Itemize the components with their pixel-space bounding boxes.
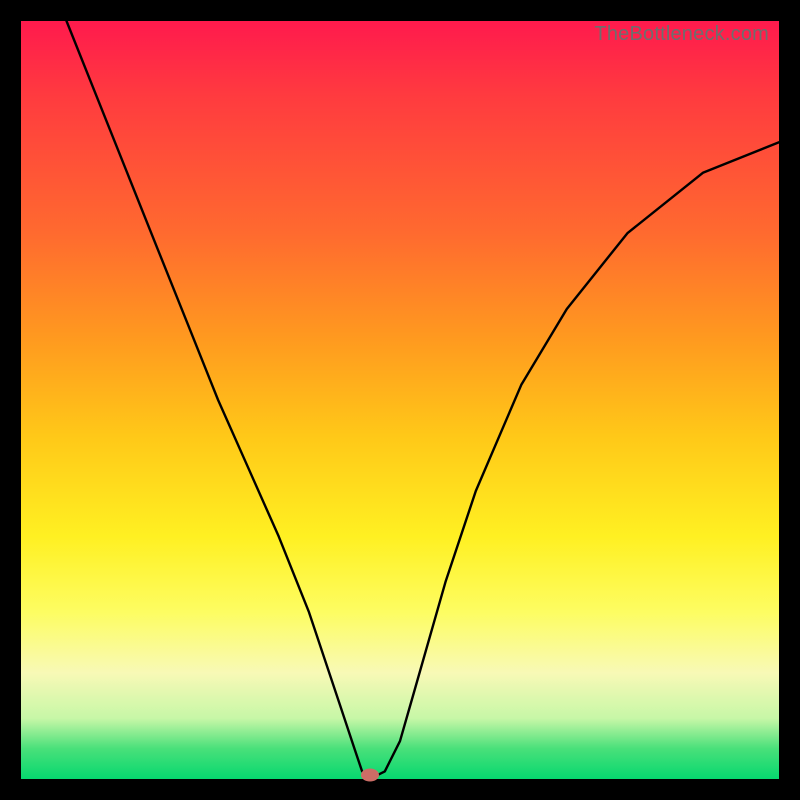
curve-svg — [21, 21, 779, 779]
chart-frame: TheBottleneck.com — [0, 0, 800, 800]
bottleneck-curve — [67, 21, 780, 775]
minimum-marker — [361, 769, 379, 782]
plot-area: TheBottleneck.com — [21, 21, 779, 779]
